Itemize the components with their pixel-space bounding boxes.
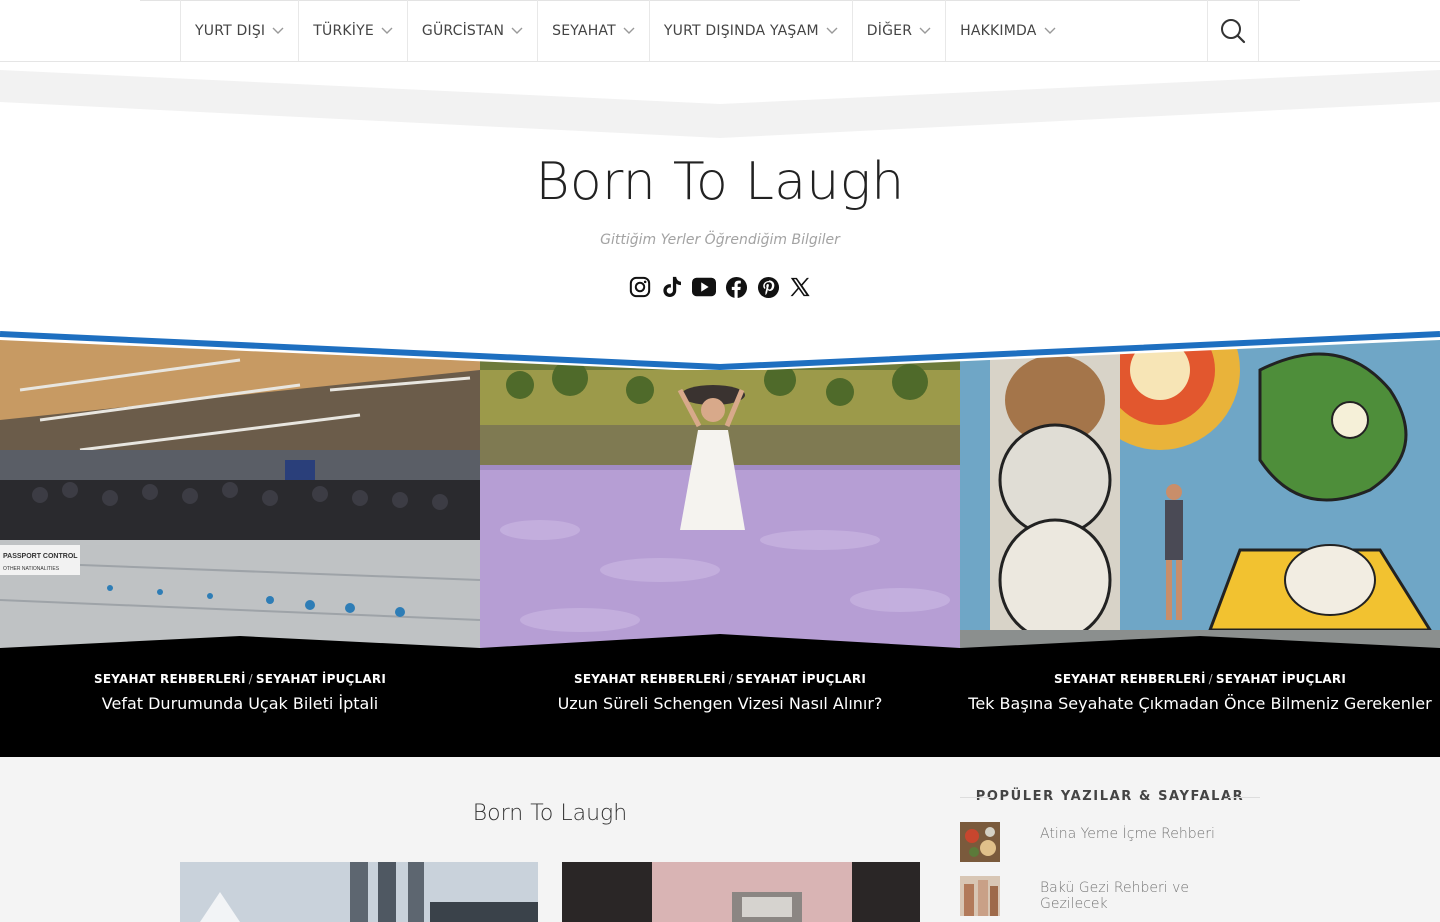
title-divider	[1228, 797, 1260, 798]
menu-item-label: SEYAHAT	[552, 22, 616, 39]
youtube-icon[interactable]	[692, 275, 716, 299]
sidebar-widget-title: POPÜLER YAZILAR & SAYFALAR	[960, 789, 1260, 804]
menu-item-gurcistan[interactable]: GÜRCİSTAN	[406, 0, 537, 61]
featured-caption: SEYAHAT REHBERLERİ / SEYAHAT İPUÇLARI Vefa…	[0, 672, 480, 713]
category-link[interactable]: SEYAHAT İPUÇLARI	[256, 672, 386, 686]
facebook-icon[interactable]	[724, 275, 748, 299]
category-link[interactable]: SEYAHAT REHBERLERİ	[1054, 672, 1206, 686]
category-link[interactable]: SEYAHAT REHBERLERİ	[574, 672, 726, 686]
social-links	[0, 275, 1440, 299]
menu-item-label: DİĞER	[866, 22, 913, 39]
category-separator: /	[728, 672, 733, 686]
chevron-down-icon	[919, 27, 931, 34]
site-tagline: Gittiğim Yerler Öğrendiğim Bilgiler	[600, 232, 840, 248]
category-link[interactable]: SEYAHAT İPUÇLARI	[1216, 672, 1346, 686]
featured-post-title[interactable]: Tek Başına Seyahate Çıkmadan Önce Bilmen…	[960, 694, 1440, 713]
menu-item-label: YURT DIŞINDA YAŞAM	[663, 22, 819, 39]
sign-passport-control: PASSPORT CONTROL	[3, 553, 78, 560]
search-button[interactable]	[1207, 0, 1259, 61]
chevron-down-icon	[381, 27, 393, 34]
featured-image-airport[interactable]: PASSPORT CONTROL OTHER NATIONALITIES	[0, 330, 480, 650]
featured-post-title[interactable]: Uzun Süreli Schengen Vizesi Nasıl Alınır…	[480, 694, 960, 713]
main-menu: YURT DIŞI TÜRKİYE GÜRCİSTAN SEYAHAT YURT…	[180, 0, 1070, 61]
chevron-down-icon	[826, 27, 838, 34]
site-title[interactable]: Born To Laugh	[0, 152, 1440, 212]
search-icon	[1221, 18, 1246, 43]
header-chevron-band	[0, 70, 1440, 138]
menu-item-label: HAKKIMDA	[960, 22, 1037, 39]
popular-post-title[interactable]: Bakü Gezi Rehberi ve Gezilecek	[1040, 880, 1260, 912]
featured-post-title[interactable]: Vefat Durumunda Uçak Bileti İptali	[0, 694, 480, 713]
site-header: Born To Laugh Gittiğim Yerler Öğrendiğim…	[0, 62, 1440, 332]
menu-item-hakkimda[interactable]: HAKKIMDA	[945, 0, 1069, 61]
popular-post-thumbnail[interactable]	[960, 876, 1000, 916]
popular-post-item[interactable]: Bakü Gezi Rehberi ve Gezilecek	[960, 876, 1260, 916]
x-icon[interactable]	[788, 275, 812, 299]
menu-item-turkiye[interactable]: TÜRKİYE	[298, 0, 407, 61]
post-card-thumbnail[interactable]	[562, 862, 920, 922]
chevron-down-icon	[623, 27, 635, 34]
sign-other-nationalities: OTHER NATIONALITIES	[3, 566, 60, 572]
featured-categories: SEYAHAT REHBERLERİ / SEYAHAT İPUÇLARI	[960, 672, 1440, 686]
title-divider	[960, 797, 992, 798]
instagram-icon[interactable]	[628, 275, 652, 299]
featured-bottom-chevron	[0, 634, 1440, 660]
category-separator: /	[248, 672, 253, 686]
category-link[interactable]: SEYAHAT REHBERLERİ	[94, 672, 246, 686]
popular-post-title[interactable]: Atina Yeme İçme Rehberi	[1040, 826, 1215, 842]
menu-item-seyahat[interactable]: SEYAHAT	[537, 0, 649, 61]
featured-categories: SEYAHAT REHBERLERİ / SEYAHAT İPUÇLARI	[0, 672, 480, 686]
category-link[interactable]: SEYAHAT İPUÇLARI	[736, 672, 866, 686]
featured-top-chevron	[0, 330, 1440, 370]
menu-item-label: GÜRCİSTAN	[421, 22, 505, 39]
main-content: Born To Laugh POPÜLER YAZILAR & SAYFALAR…	[0, 757, 1440, 922]
top-navigation: YURT DIŞI TÜRKİYE GÜRCİSTAN SEYAHAT YURT…	[0, 0, 1440, 62]
category-separator: /	[1208, 672, 1213, 686]
featured-posts: PASSPORT CONTROL OTHER NATIONALITIES SEY…	[0, 330, 1440, 757]
popular-post-item[interactable]: Atina Yeme İçme Rehberi	[960, 822, 1260, 862]
sidebar-title-text: POPÜLER YAZILAR & SAYFALAR	[975, 789, 1245, 804]
tiktok-icon[interactable]	[660, 275, 684, 299]
featured-caption: SEYAHAT REHBERLERİ / SEYAHAT İPUÇLARI Tek …	[960, 672, 1440, 713]
menu-item-yurt-disinda-yasam[interactable]: YURT DIŞINDA YAŞAM	[648, 0, 852, 61]
featured-caption: SEYAHAT REHBERLERİ / SEYAHAT İPUÇLARI Uzun…	[480, 672, 960, 713]
menu-item-label: TÜRKİYE	[313, 22, 374, 39]
chevron-down-icon	[1044, 27, 1056, 34]
menu-item-yurt-disi[interactable]: YURT DIŞI	[180, 0, 298, 61]
featured-image-mural[interactable]	[960, 330, 1440, 650]
chevron-down-icon	[272, 27, 284, 34]
pinterest-icon[interactable]	[756, 275, 780, 299]
section-title: Born To Laugh	[472, 801, 628, 826]
post-card-thumbnail[interactable]	[180, 862, 538, 922]
featured-categories: SEYAHAT REHBERLERİ / SEYAHAT İPUÇLARI	[480, 672, 960, 686]
popular-post-thumbnail[interactable]	[960, 822, 1000, 862]
menu-item-label: YURT DIŞI	[195, 22, 266, 39]
menu-item-diger[interactable]: DİĞER	[851, 0, 945, 61]
chevron-down-icon	[511, 27, 523, 34]
featured-image-lavender[interactable]	[480, 330, 960, 650]
